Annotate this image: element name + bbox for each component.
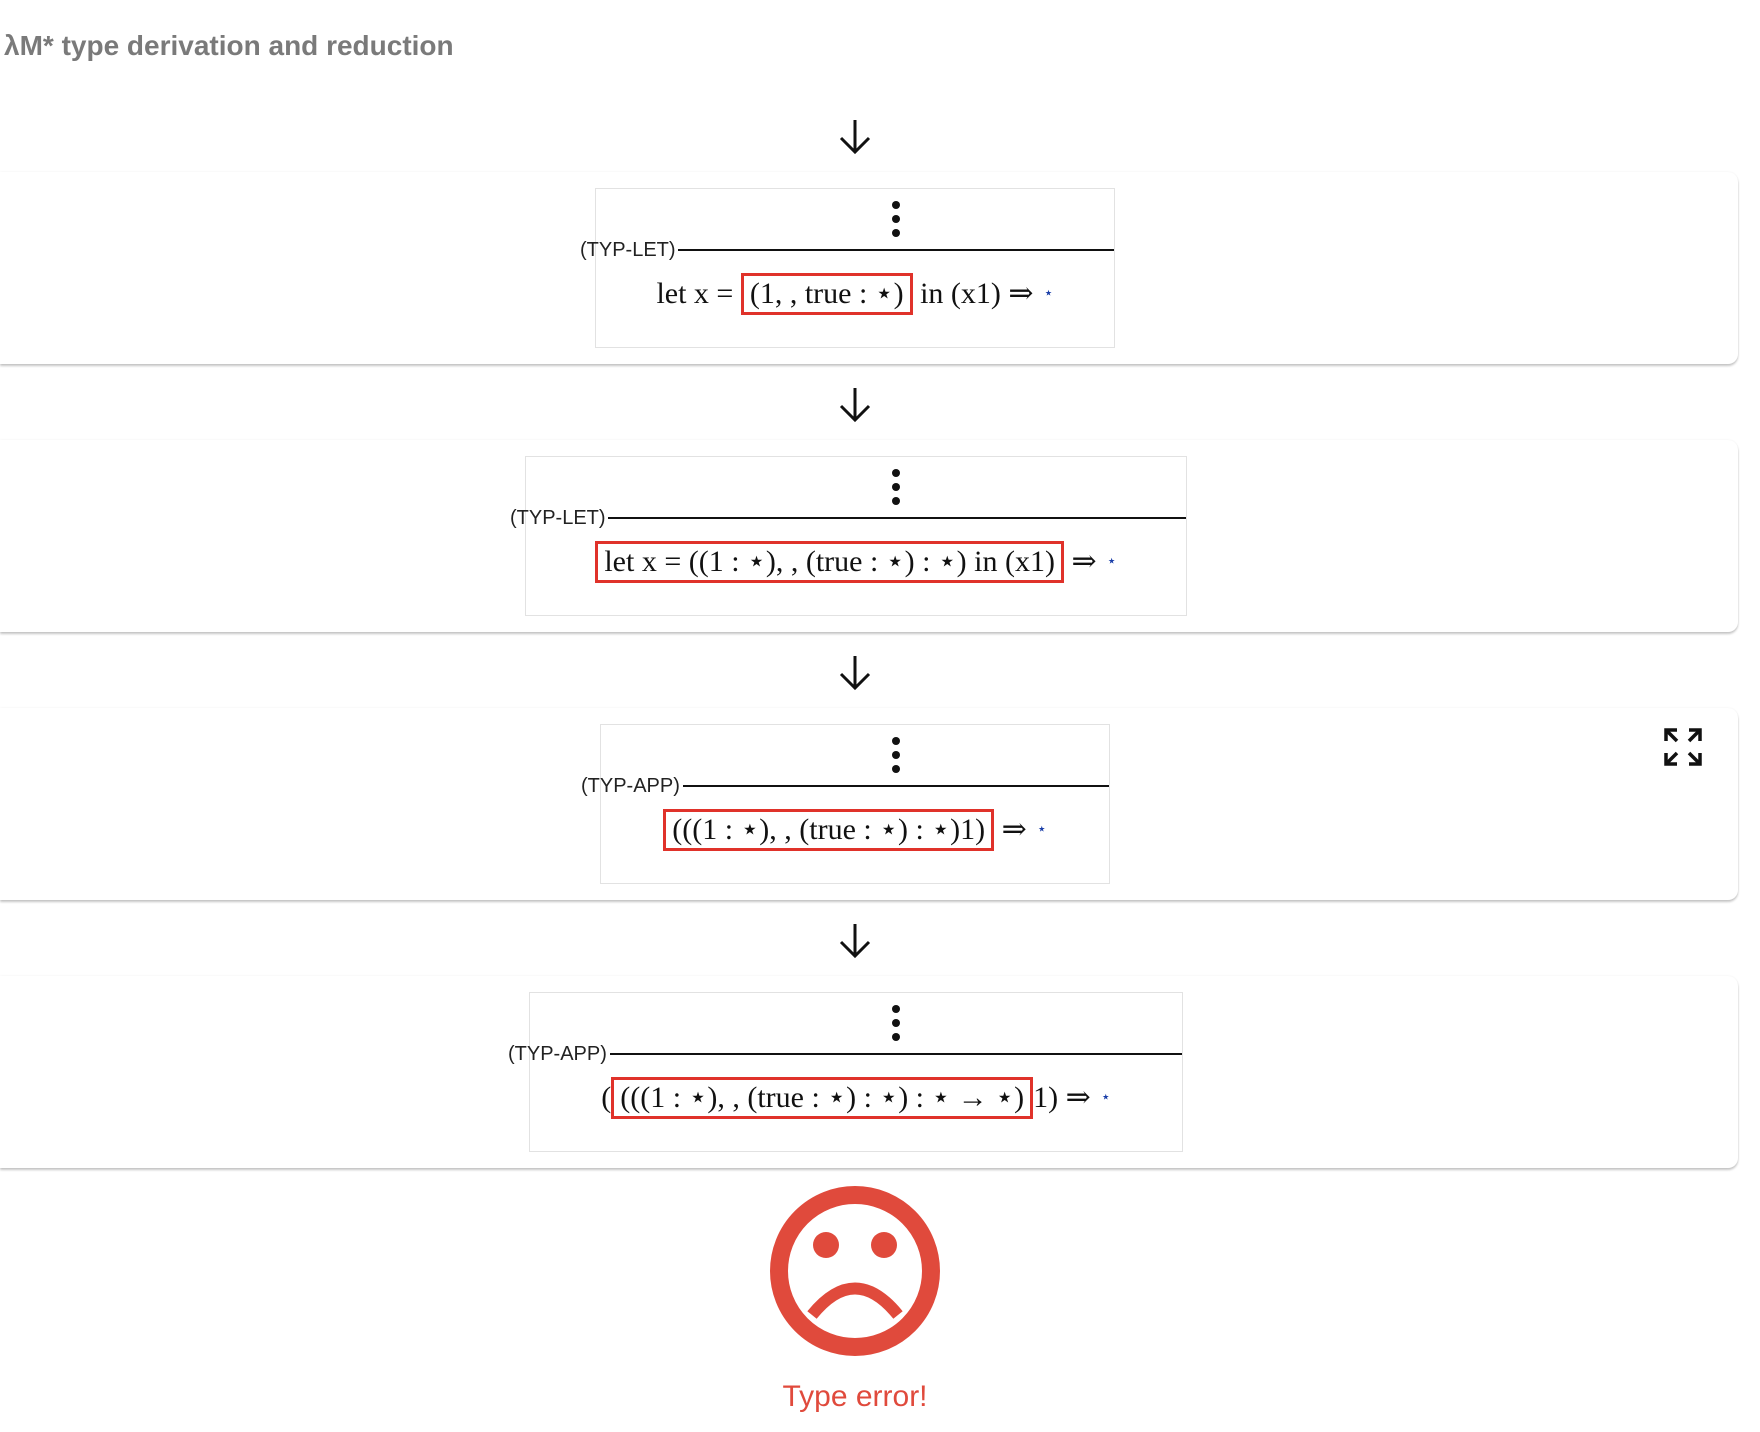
inference-line	[683, 785, 1109, 787]
redex-highlight[interactable]: (((1 : ⋆), , (true : ⋆) : ⋆) : ⋆ → ⋆)	[611, 1077, 1034, 1119]
term-suffix: ⇒	[1064, 545, 1097, 578]
page-title: λM* type derivation and reduction	[4, 30, 454, 61]
term-suffix: in (x1) ⇒	[912, 277, 1034, 310]
inference-line	[610, 1053, 1182, 1055]
term-suffix: 1) ⇒	[1033, 1081, 1091, 1114]
redex-highlight[interactable]: (1, , true : ⋆)	[740, 273, 913, 315]
term-suffix: ⇒	[994, 813, 1027, 846]
inference-line	[608, 517, 1186, 519]
derivation-step-card: (TYP-LET) let x = ((1 : ⋆), , (true : ⋆)…	[0, 440, 1738, 632]
conclusion: let x = (1, , true : ⋆) in (x1) ⇒ ⋆	[596, 273, 1114, 315]
derivation-step-card: (TYP-LET) let x = (1, , true : ⋆) in (x1…	[0, 172, 1738, 364]
derivation-step-card: (TYP-APP) ((((1 : ⋆), , (true : ⋆) : ⋆) …	[0, 976, 1738, 1168]
arrow-down-icon	[839, 388, 871, 423]
redex-highlight[interactable]: (((1 : ⋆), , (true : ⋆) : ⋆)1)	[663, 809, 995, 851]
expand-icon[interactable]	[1663, 727, 1703, 767]
conclusion: let x = ((1 : ⋆), , (true : ⋆) : ⋆) in (…	[526, 541, 1186, 583]
derivation-tree[interactable]: (TYP-APP) ((((1 : ⋆), , (true : ⋆) : ⋆) …	[508, 992, 1183, 1152]
conclusion: ((((1 : ⋆), , (true : ⋆) : ⋆) : ⋆ → ⋆) 1)…	[530, 1077, 1182, 1119]
derivation-step-card: (TYP-APP) (((1 : ⋆), , (true : ⋆) : ⋆)1)…	[0, 708, 1738, 900]
inference-line	[678, 249, 1114, 251]
arrow-down-icon	[839, 120, 871, 155]
derivation-tree[interactable]: (TYP-APP) (((1 : ⋆), , (true : ⋆) : ⋆)1)…	[581, 724, 1110, 884]
error-message: Type error!	[782, 1380, 928, 1413]
rule-label: (TYP-APP)	[581, 775, 680, 797]
vertical-ellipsis-icon[interactable]	[890, 467, 902, 507]
conclusion: (((1 : ⋆), , (true : ⋆) : ⋆)1) ⇒ ⋆	[601, 809, 1109, 851]
rule-label: (TYP-APP)	[508, 1043, 607, 1065]
sad-face-icon	[770, 1186, 940, 1356]
derivation-tree[interactable]: (TYP-LET) let x = ((1 : ⋆), , (true : ⋆)…	[510, 456, 1187, 616]
derivation-tree[interactable]: (TYP-LET) let x = (1, , true : ⋆) in (x1…	[580, 188, 1115, 348]
term-prefix: let x =	[656, 277, 741, 310]
arrow-down-icon	[839, 656, 871, 691]
vertical-ellipsis-icon[interactable]	[890, 1003, 902, 1043]
rule-label: (TYP-LET)	[580, 239, 676, 261]
rule-label: (TYP-LET)	[510, 507, 606, 529]
term-prefix: (	[601, 1081, 612, 1114]
vertical-ellipsis-icon[interactable]	[890, 199, 902, 239]
result-type: ⋆	[1043, 285, 1054, 302]
result-type: ⋆	[1106, 553, 1117, 570]
arrow-down-icon	[839, 924, 871, 959]
vertical-ellipsis-icon[interactable]	[890, 735, 902, 775]
redex-highlight[interactable]: let x = ((1 : ⋆), , (true : ⋆) : ⋆) in (…	[595, 541, 1064, 583]
result-type: ⋆	[1100, 1089, 1111, 1106]
result-type: ⋆	[1036, 821, 1047, 838]
